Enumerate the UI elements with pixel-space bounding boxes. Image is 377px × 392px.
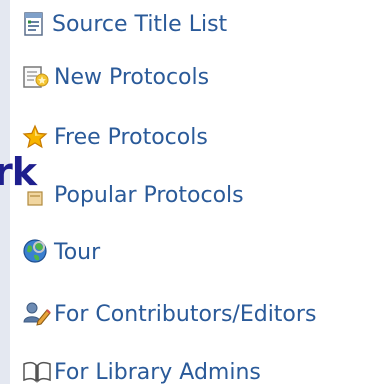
menu-item-label: For Library Admins (54, 359, 261, 385)
new-document-icon (22, 61, 54, 93)
menu-item-source-title-list[interactable]: Source Title List (22, 4, 227, 44)
side-menu: Source Title List New Protocols Free Pro… (0, 0, 377, 385)
menu-item-label: For Contributors/Editors (54, 301, 317, 327)
globe-icon (22, 236, 54, 268)
menu-item-label: Tour (54, 239, 101, 265)
users-icon (22, 298, 54, 330)
menu-item-new-protocols[interactable]: New Protocols (22, 57, 209, 97)
star-icon (22, 121, 54, 153)
open-book-icon (22, 356, 54, 388)
popular-icon (22, 179, 54, 211)
document-list-icon (22, 8, 54, 40)
menu-item-label: Popular Protocols (54, 182, 244, 208)
menu-item-popular-protocols[interactable]: Popular Protocols (22, 175, 244, 215)
menu-item-tour[interactable]: Tour (22, 232, 100, 272)
menu-item-label: Free Protocols (54, 124, 208, 150)
menu-item-library-admins[interactable]: For Library Admins (22, 352, 261, 392)
menu-item-label: Source Title List (52, 11, 228, 37)
menu-item-free-protocols[interactable]: Free Protocols (22, 117, 208, 157)
menu-item-label: New Protocols (54, 64, 210, 90)
menu-item-contributors-editors[interactable]: For Contributors/Editors (22, 294, 316, 334)
